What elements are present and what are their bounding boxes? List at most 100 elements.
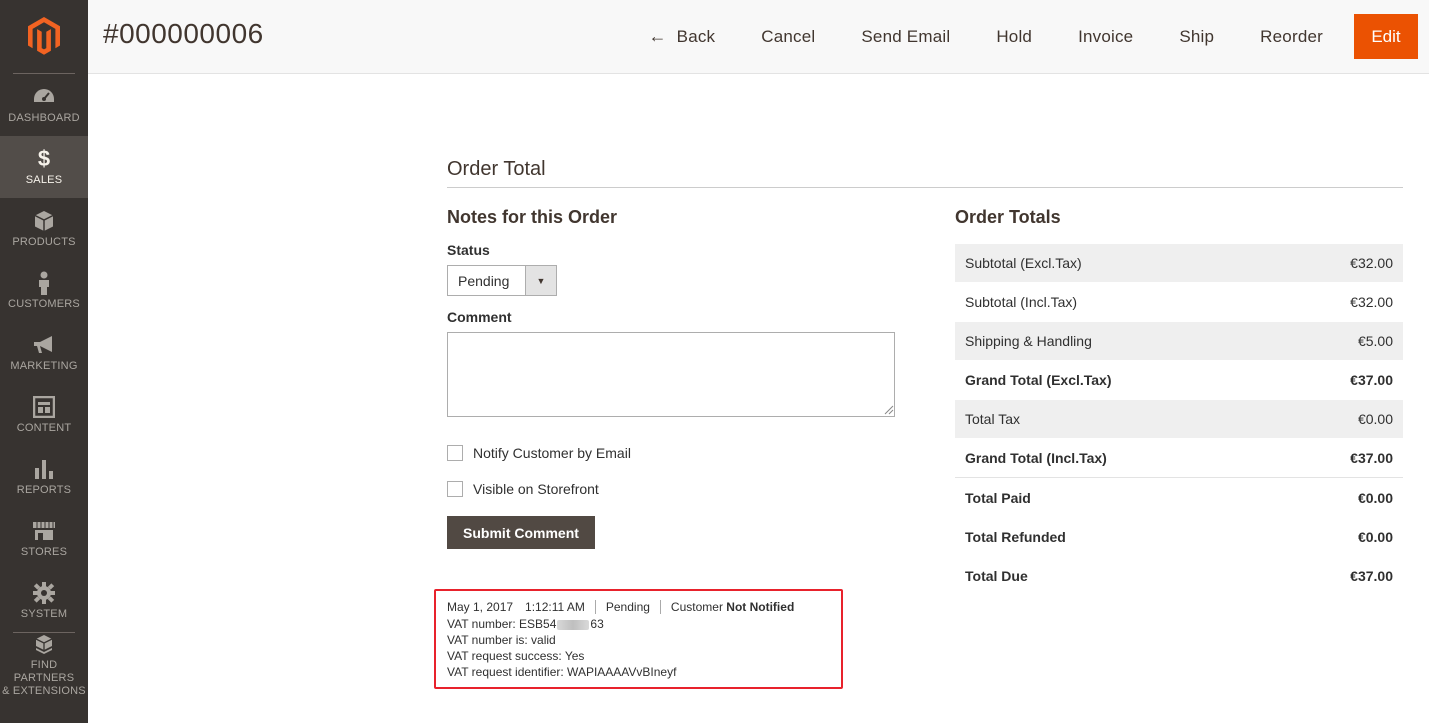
order-totals-table: Subtotal (Excl.Tax) €32.00 Subtotal (Inc…	[955, 244, 1403, 595]
sidebar-item-label: CUSTOMERS	[8, 298, 80, 310]
totals-label: Subtotal (Incl.Tax)	[965, 294, 1078, 310]
order-totals-title: Order Totals	[955, 207, 1061, 227]
totals-row: Shipping & Handling €5.00	[955, 322, 1403, 361]
sidebar-item-system[interactable]: SYSTEM	[0, 570, 88, 632]
sidebar-item-label: CONTENT	[16, 422, 72, 434]
vat-number-suffix: 63	[590, 617, 604, 631]
magento-logo-icon	[28, 17, 60, 55]
vat-number-prefix: VAT number: ESB54	[447, 617, 557, 631]
storefront-icon	[32, 519, 56, 543]
megaphone-icon	[32, 333, 56, 357]
checkbox[interactable]	[447, 481, 463, 497]
totals-value: €37.00	[1350, 450, 1393, 466]
totals-row: Grand Total (Incl.Tax) €37.00	[955, 439, 1403, 478]
history-vat-number: VAT number: ESB54 63	[447, 617, 604, 631]
sidebar-item-customers[interactable]: CUSTOMERS	[0, 260, 88, 322]
sidebar-divider	[13, 632, 75, 633]
sidebar-item-reports[interactable]: REPORTS	[0, 446, 88, 508]
edit-button[interactable]: Edit	[1354, 14, 1418, 59]
totals-value: €32.00	[1350, 255, 1393, 271]
totals-row: Total Paid €0.00	[955, 478, 1403, 517]
gear-icon	[32, 581, 56, 605]
page-header: #000000006 ← Back Cancel Send Email Hold…	[88, 0, 1429, 74]
visible-storefront-label: Visible on Storefront	[473, 481, 599, 497]
sidebar-item-sales[interactable]: $ SALES	[0, 136, 88, 198]
sidebar-item-marketing[interactable]: MARKETING	[0, 322, 88, 384]
sidebar-item-products[interactable]: PRODUCTS	[0, 198, 88, 260]
redacted-blur	[557, 619, 590, 630]
bar-chart-icon	[32, 457, 56, 481]
sidebar-item-label: REPORTS	[16, 484, 72, 496]
history-customer-prefix: Customer	[670, 600, 723, 614]
page-title: #000000006	[103, 18, 264, 49]
totals-label: Total Due	[965, 567, 1028, 584]
totals-label: Subtotal (Excl.Tax)	[965, 255, 1082, 271]
resize-handle-icon[interactable]	[884, 405, 894, 415]
history-date: May 1, 2017	[447, 600, 514, 614]
invoice-button[interactable]: Invoice	[1055, 14, 1156, 59]
totals-row: Subtotal (Excl.Tax) €32.00	[955, 244, 1403, 283]
comment-label: Comment	[447, 309, 512, 325]
arrow-left-icon: ←	[648, 26, 667, 46]
send-email-button[interactable]: Send Email	[838, 14, 973, 59]
history-separator	[594, 600, 596, 614]
sidebar-item-stores[interactable]: STORES	[0, 508, 88, 570]
hold-button[interactable]: Hold	[973, 14, 1055, 59]
blocks-icon	[32, 634, 56, 656]
totals-row: Total Tax €0.00	[955, 400, 1403, 439]
person-icon	[32, 271, 56, 295]
comment-textarea[interactable]	[447, 332, 895, 417]
layout-icon	[32, 395, 56, 419]
totals-row: Grand Total (Excl.Tax) €37.00	[955, 361, 1403, 400]
section-title: Order Total	[447, 158, 546, 180]
notify-customer-checkbox[interactable]: Notify Customer by Email	[447, 445, 631, 461]
totals-value: €0.00	[1357, 528, 1393, 545]
box-icon	[32, 209, 56, 233]
totals-value: €37.00	[1350, 567, 1393, 584]
sidebar-item-find-partners[interactable]: FIND PARTNERS & EXTENSIONS	[0, 634, 88, 697]
totals-value: €37.00	[1350, 372, 1393, 388]
totals-row: Total Due €37.00	[955, 556, 1403, 595]
totals-label: Grand Total (Incl.Tax)	[965, 450, 1107, 466]
history-vat-valid: VAT number is: valid	[447, 633, 556, 647]
back-button-label: Back	[676, 26, 716, 46]
history-vat-success: VAT request success: Yes	[447, 649, 585, 663]
dollar-icon: $	[37, 146, 51, 171]
status-select-value: Pending	[458, 272, 510, 289]
back-button[interactable]: ← Back	[625, 14, 738, 59]
status-select[interactable]: Pending ▼	[447, 265, 557, 296]
dropdown-arrow-icon: ▼	[525, 266, 556, 295]
history-customer-state: Not Notified	[726, 600, 795, 614]
submit-comment-button[interactable]: Submit Comment	[447, 516, 595, 549]
partners-label-line2: & EXTENSIONS	[2, 685, 86, 697]
totals-label: Shipping & Handling	[965, 333, 1092, 349]
checkbox[interactable]	[447, 445, 463, 461]
page-actions: ← Back Cancel Send Email Hold Invoice Sh…	[625, 14, 1418, 59]
totals-label: Total Refunded	[965, 528, 1066, 545]
magento-logo[interactable]	[0, 0, 88, 72]
notify-customer-label: Notify Customer by Email	[473, 445, 631, 461]
history-separator	[659, 600, 661, 614]
visible-storefront-checkbox[interactable]: Visible on Storefront	[447, 481, 599, 497]
dashboard-icon	[32, 85, 56, 109]
status-label: Status	[447, 242, 490, 258]
history-vat-identifier: VAT request identifier: WAPIAAAAVvBIneyf	[447, 665, 677, 679]
totals-value: €5.00	[1357, 333, 1393, 349]
notes-title: Notes for this Order	[447, 207, 618, 227]
sidebar-item-label: SYSTEM	[20, 608, 68, 620]
totals-value: €0.00	[1357, 411, 1393, 427]
sidebar-item-dashboard[interactable]: DASHBOARD	[0, 74, 88, 136]
admin-sidebar: DASHBOARD $ SALES PRODUCTS CUSTOMERS MAR…	[0, 0, 88, 723]
reorder-button[interactable]: Reorder	[1237, 14, 1346, 59]
sidebar-item-label: STORES	[20, 546, 68, 558]
sidebar-item-content[interactable]: CONTENT	[0, 384, 88, 446]
totals-label: Total Paid	[965, 489, 1031, 506]
history-status: Pending	[605, 600, 650, 614]
history-time: 1:12:11 AM	[525, 600, 585, 614]
ship-button[interactable]: Ship	[1156, 14, 1237, 59]
cancel-button[interactable]: Cancel	[738, 14, 838, 59]
sidebar-item-label: PRODUCTS	[12, 236, 76, 248]
section-divider	[447, 187, 1403, 188]
totals-value: €32.00	[1350, 294, 1393, 310]
totals-label: Grand Total (Excl.Tax)	[965, 372, 1112, 388]
